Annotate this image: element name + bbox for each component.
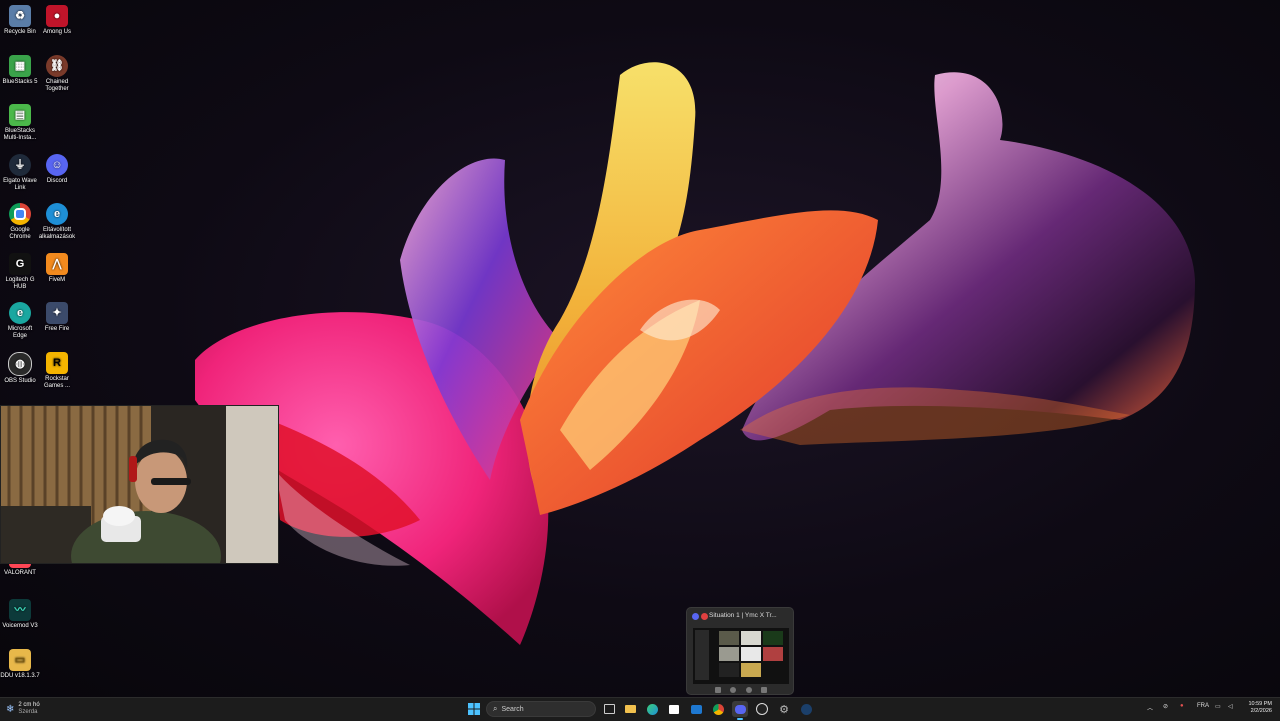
desktop-icon-fivem[interactable]: ⋀ FiveM	[37, 253, 77, 284]
chrome-icon	[712, 703, 724, 715]
obs-icon	[756, 703, 768, 715]
desktop-icon-bluestacks-multi[interactable]: ▤ BlueStacks Multi-Insta...	[0, 104, 40, 142]
desktop-icon-free-fire[interactable]: ✦ Free Fire	[37, 302, 77, 333]
desktop-icon-elgato[interactable]: ⏚ Elgato Wave Link	[0, 154, 40, 192]
taskbar-thumbnail-preview[interactable]: Situation 1 | Ymc X Tr...	[686, 607, 794, 695]
store-icon	[669, 704, 679, 714]
search-placeholder: Search	[501, 705, 524, 713]
webcam-image	[1, 406, 278, 563]
preview-thumbnail	[693, 628, 789, 684]
mail-icon	[690, 704, 702, 714]
desktop-icon-among-us[interactable]: ● Among Us	[37, 5, 77, 36]
wallpaper-image	[195, 62, 1195, 645]
microphone-icon[interactable]	[730, 687, 737, 693]
edge-icon: e	[46, 203, 68, 225]
edge-icon: e	[9, 302, 31, 324]
preview-title: Situation 1 | Ymc X Tr...	[709, 612, 777, 619]
mail-button[interactable]	[688, 701, 704, 717]
search-icon: ⌕	[493, 704, 498, 713]
discord-icon	[692, 613, 699, 620]
desktop-icon-ddu[interactable]: ▭ DDU v18.1.3.7	[0, 649, 40, 680]
end-call-icon[interactable]	[760, 687, 767, 693]
desktop-icon-obs[interactable]: ◍ OBS Studio	[0, 352, 40, 385]
folder-icon: ▭	[9, 649, 31, 671]
headphones-icon[interactable]	[745, 687, 752, 693]
search-input[interactable]: ⌕ Search	[486, 701, 596, 717]
fivem-icon: ⋀	[46, 253, 68, 275]
recycle-bin-icon: ♻	[9, 5, 31, 27]
discord-button[interactable]	[732, 701, 748, 720]
bluestacks-multi-icon: ▤	[9, 104, 31, 126]
desktop-icon-removed-apps[interactable]: e Eltávolított alkalmazások	[37, 203, 77, 241]
webcam-overlay	[0, 405, 279, 564]
task-view-button[interactable]	[601, 701, 617, 717]
taskbar: ❄ 2 cm hó Szerda ⌕ Search ⚙ ︿ ⊘ ● FRA ▭ …	[0, 697, 1280, 721]
edge-icon	[646, 703, 658, 715]
discord-icon: ☺	[46, 154, 68, 176]
edge-button[interactable]	[644, 701, 660, 717]
start-button[interactable]	[466, 701, 482, 717]
desktop-icon-bluestacks[interactable]: ▦ BlueStacks 5	[0, 55, 40, 86]
clock-date: 2/2/2026	[1250, 708, 1272, 714]
snow-weather-icon: ❄	[6, 703, 15, 715]
logitech-icon: G	[9, 253, 31, 275]
file-explorer-icon	[624, 705, 636, 713]
file-explorer-button[interactable]	[622, 701, 638, 717]
chained-together-icon: ⛓	[46, 55, 68, 77]
settings-icon: ⚙	[779, 703, 789, 716]
store-button[interactable]	[666, 701, 682, 717]
elgato-icon: ⏚	[9, 154, 31, 176]
clock-time: 10:59 PM	[1248, 701, 1272, 707]
desktop-icon-rockstar[interactable]: R Rockstar Games ...	[37, 352, 77, 390]
obs-icon: ◍	[8, 352, 32, 376]
bluestacks-icon: ▦	[9, 55, 31, 77]
volume-icon[interactable]: ◁	[1228, 703, 1233, 710]
settings-button[interactable]: ⚙	[776, 701, 792, 717]
chrome-button[interactable]	[710, 701, 726, 717]
steam-button[interactable]	[798, 701, 814, 717]
steam-icon	[800, 703, 812, 715]
chrome-icon	[9, 203, 31, 225]
desktop-icon-chained-together[interactable]: ⛓ Chained Together	[37, 55, 77, 93]
obs-button[interactable]	[754, 701, 770, 717]
desktop-icon-logitech[interactable]: G Logitech G HUB	[0, 253, 40, 291]
clock[interactable]: 10:59 PM 2/2/2026	[1242, 701, 1272, 715]
network-off-icon[interactable]: ⊘	[1163, 703, 1168, 710]
preview-controls	[715, 687, 767, 693]
free-fire-icon: ✦	[46, 302, 68, 324]
mic-muted-icon[interactable]: ●	[1180, 703, 1184, 709]
rockstar-icon: R	[46, 352, 68, 374]
desktop-icon-discord[interactable]: ☺ Discord	[37, 154, 77, 185]
network-icon[interactable]: ▭	[1215, 703, 1221, 710]
weather-widget[interactable]: ❄ 2 cm hó Szerda	[6, 701, 40, 717]
among-us-icon: ●	[46, 5, 68, 27]
weather-desc: Szerda	[18, 709, 38, 715]
camera-icon[interactable]	[715, 687, 721, 693]
desktop-icon-edge[interactable]: e Microsoft Edge	[0, 302, 40, 340]
desktop[interactable]: ♻ Recycle Bin ● Among Us ▦ BlueStacks 5 …	[0, 0, 1280, 697]
show-hidden-icons-chevron-icon[interactable]: ︿	[1147, 703, 1153, 712]
discord-icon	[734, 704, 746, 714]
task-view-icon	[603, 704, 615, 714]
start-icon	[468, 703, 480, 715]
desktop-icon-recycle-bin[interactable]: ♻ Recycle Bin	[0, 5, 40, 36]
desktop-icon-voicemod[interactable]: 〰 Voicemod V3	[0, 599, 40, 630]
weather-temp: 2 cm hó	[18, 702, 40, 708]
voicemod-icon: 〰	[9, 599, 31, 621]
desktop-icon-chrome[interactable]: Google Chrome	[0, 203, 40, 241]
language-indicator[interactable]: FRA	[1197, 703, 1209, 709]
live-indicator-icon	[701, 613, 708, 620]
